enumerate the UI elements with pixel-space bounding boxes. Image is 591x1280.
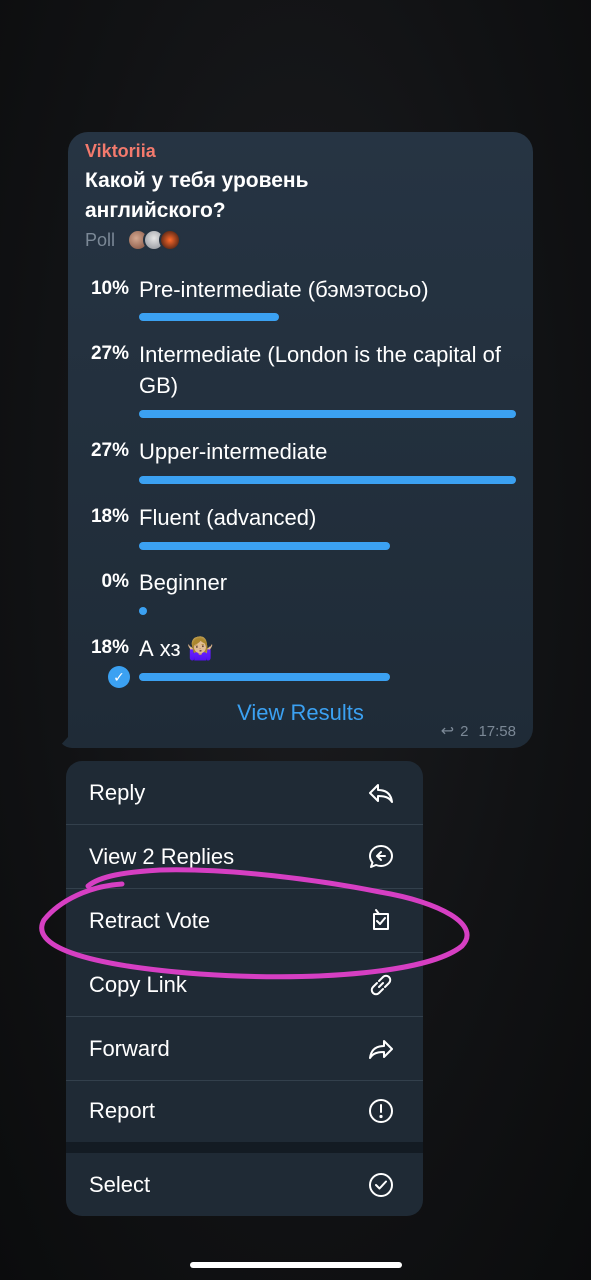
option-percent: 10% (90, 278, 129, 299)
option-text: Pre-intermediate (бэмэтосьо) (139, 277, 429, 302)
retract-vote-icon (366, 906, 396, 936)
message-meta: ↩ 2 17:58 (441, 721, 516, 741)
option-percent: 18% (90, 637, 129, 658)
menu-item-view-replies[interactable]: View 2 Replies (66, 825, 423, 888)
menu-item-label: View 2 Replies (89, 843, 235, 869)
reply-count: 2 (460, 722, 469, 740)
home-indicator[interactable] (190, 1262, 402, 1268)
option-text: Fluent (advanced) (139, 505, 317, 530)
option-percent: 27% (90, 440, 129, 461)
menu-item-report[interactable]: Report (66, 1079, 423, 1142)
sender-name[interactable]: Viktoriia (85, 141, 156, 162)
option-bar (139, 673, 390, 681)
option-text: Intermediate (London is the capital of G… (139, 342, 502, 398)
menu-item-select[interactable]: Select (66, 1153, 423, 1216)
voter-avatars[interactable] (127, 229, 181, 251)
option-bar (139, 313, 279, 321)
menu-item-label: Reply (89, 779, 146, 805)
option-text: А хз 🤷🏼‍♀️ (139, 636, 215, 661)
menu-section-separator (66, 1142, 423, 1153)
selected-check-icon: ✓ (108, 666, 130, 688)
menu-item-reply[interactable]: Reply (66, 761, 423, 824)
select-icon (366, 1170, 396, 1200)
option-bar (139, 476, 516, 484)
option-text: Upper-intermediate (139, 439, 328, 464)
poll-type-label: Poll (85, 230, 116, 250)
replies-icon (366, 842, 396, 872)
link-icon (366, 970, 396, 1000)
message-time: 17:58 (478, 722, 516, 740)
option-text: Beginner (139, 570, 228, 595)
menu-item-label: Copy Link (89, 971, 187, 997)
menu-item-label: Select (89, 1171, 151, 1197)
option-bar (139, 607, 147, 615)
menu-item-label: Forward (89, 1035, 170, 1061)
poll-question: Какой у тебя уровень английского? (85, 169, 309, 222)
forward-icon (366, 1034, 396, 1064)
option-percent: 18% (90, 506, 129, 527)
option-percent: 0% (101, 571, 129, 592)
option-percent: 27% (90, 343, 129, 364)
menu-item-forward[interactable]: Forward (66, 1017, 423, 1080)
report-icon (366, 1096, 396, 1126)
option-bar (139, 410, 516, 418)
poll-message-bubble[interactable]: Viktoriia Какой у тебя уровень английско… (68, 132, 533, 748)
menu-item-label: Retract Vote (89, 907, 211, 933)
menu-item-copy-link[interactable]: Copy Link (66, 953, 423, 1016)
reply-count-icon: ↩ (440, 723, 455, 740)
context-menu: Reply View 2 Replies Retract Vote Copy L… (66, 761, 423, 1216)
menu-item-label: Report (89, 1097, 156, 1123)
reply-icon (366, 778, 396, 808)
option-bar (139, 542, 390, 550)
menu-item-retract-vote[interactable]: Retract Vote (66, 889, 423, 952)
voter-avatar (159, 229, 181, 251)
